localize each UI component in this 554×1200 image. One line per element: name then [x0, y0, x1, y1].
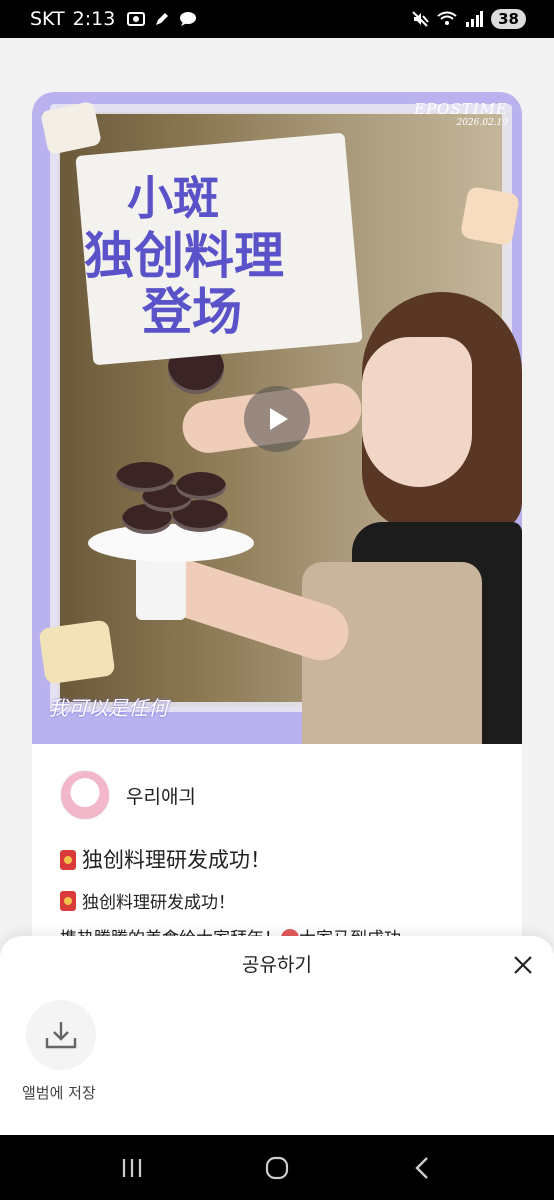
close-icon[interactable]: [512, 954, 534, 976]
clock: 2:13: [72, 8, 116, 30]
battery-indicator: 38: [491, 9, 526, 29]
status-bar: SKT 2:13 38: [0, 0, 554, 38]
sticker-cupcake: [459, 185, 521, 247]
person-figure: [282, 292, 522, 744]
avatar[interactable]: [60, 770, 110, 820]
back-button[interactable]: [392, 1148, 452, 1188]
red-envelope-icon: [60, 891, 76, 911]
carrier-label: SKT: [30, 8, 65, 30]
cake-stand: [136, 554, 186, 620]
mute-icon: [412, 11, 429, 27]
save-to-album-button[interactable]: [26, 1000, 96, 1070]
system-icons: 38: [411, 9, 526, 29]
notification-icons: [127, 11, 197, 27]
pen-icon: [156, 13, 169, 25]
video-thumbnail[interactable]: 小斑 独创料理 登场 EPOSTIME 2026.02.19 我可以是任何: [32, 92, 522, 744]
back-icon: [414, 1156, 428, 1179]
save-to-album-label[interactable]: 앨범에 저장: [22, 1082, 96, 1103]
post-body-line: 独创料理研发成功！: [60, 888, 235, 913]
system-nav-bar: [0, 1135, 554, 1200]
show-logo: 我可以是任何: [48, 696, 168, 720]
play-icon: [270, 408, 288, 430]
post-card: 小斑 独创料理 登场 EPOSTIME 2026.02.19 我可以是任何 우리…: [32, 92, 522, 992]
plate: [88, 524, 254, 562]
sticker-cookie: [38, 619, 116, 685]
signal-icon: [466, 11, 484, 27]
recents-icon: [123, 1158, 142, 1177]
red-envelope-icon: [60, 850, 76, 870]
author-name[interactable]: 우리애긔: [126, 782, 196, 809]
post-title: 独创料理研发成功！: [60, 844, 271, 874]
poster-title-line3: 登场: [142, 282, 242, 341]
chat-icon: [180, 12, 197, 26]
play-button[interactable]: [244, 386, 310, 452]
share-sheet-title: 공유하기: [242, 954, 312, 976]
epostime-stamp: EPOSTIME 2026.02.19: [414, 100, 508, 128]
recents-button[interactable]: [102, 1148, 162, 1188]
home-button[interactable]: [247, 1148, 307, 1188]
share-sheet: 공유하기 앨범에 저장: [0, 936, 554, 1136]
author-row[interactable]: 우리애긔: [60, 770, 196, 820]
home-icon: [265, 1156, 289, 1179]
wifi-icon: [437, 11, 457, 25]
download-icon: [45, 1022, 77, 1049]
screenshot-icon: [127, 12, 146, 26]
